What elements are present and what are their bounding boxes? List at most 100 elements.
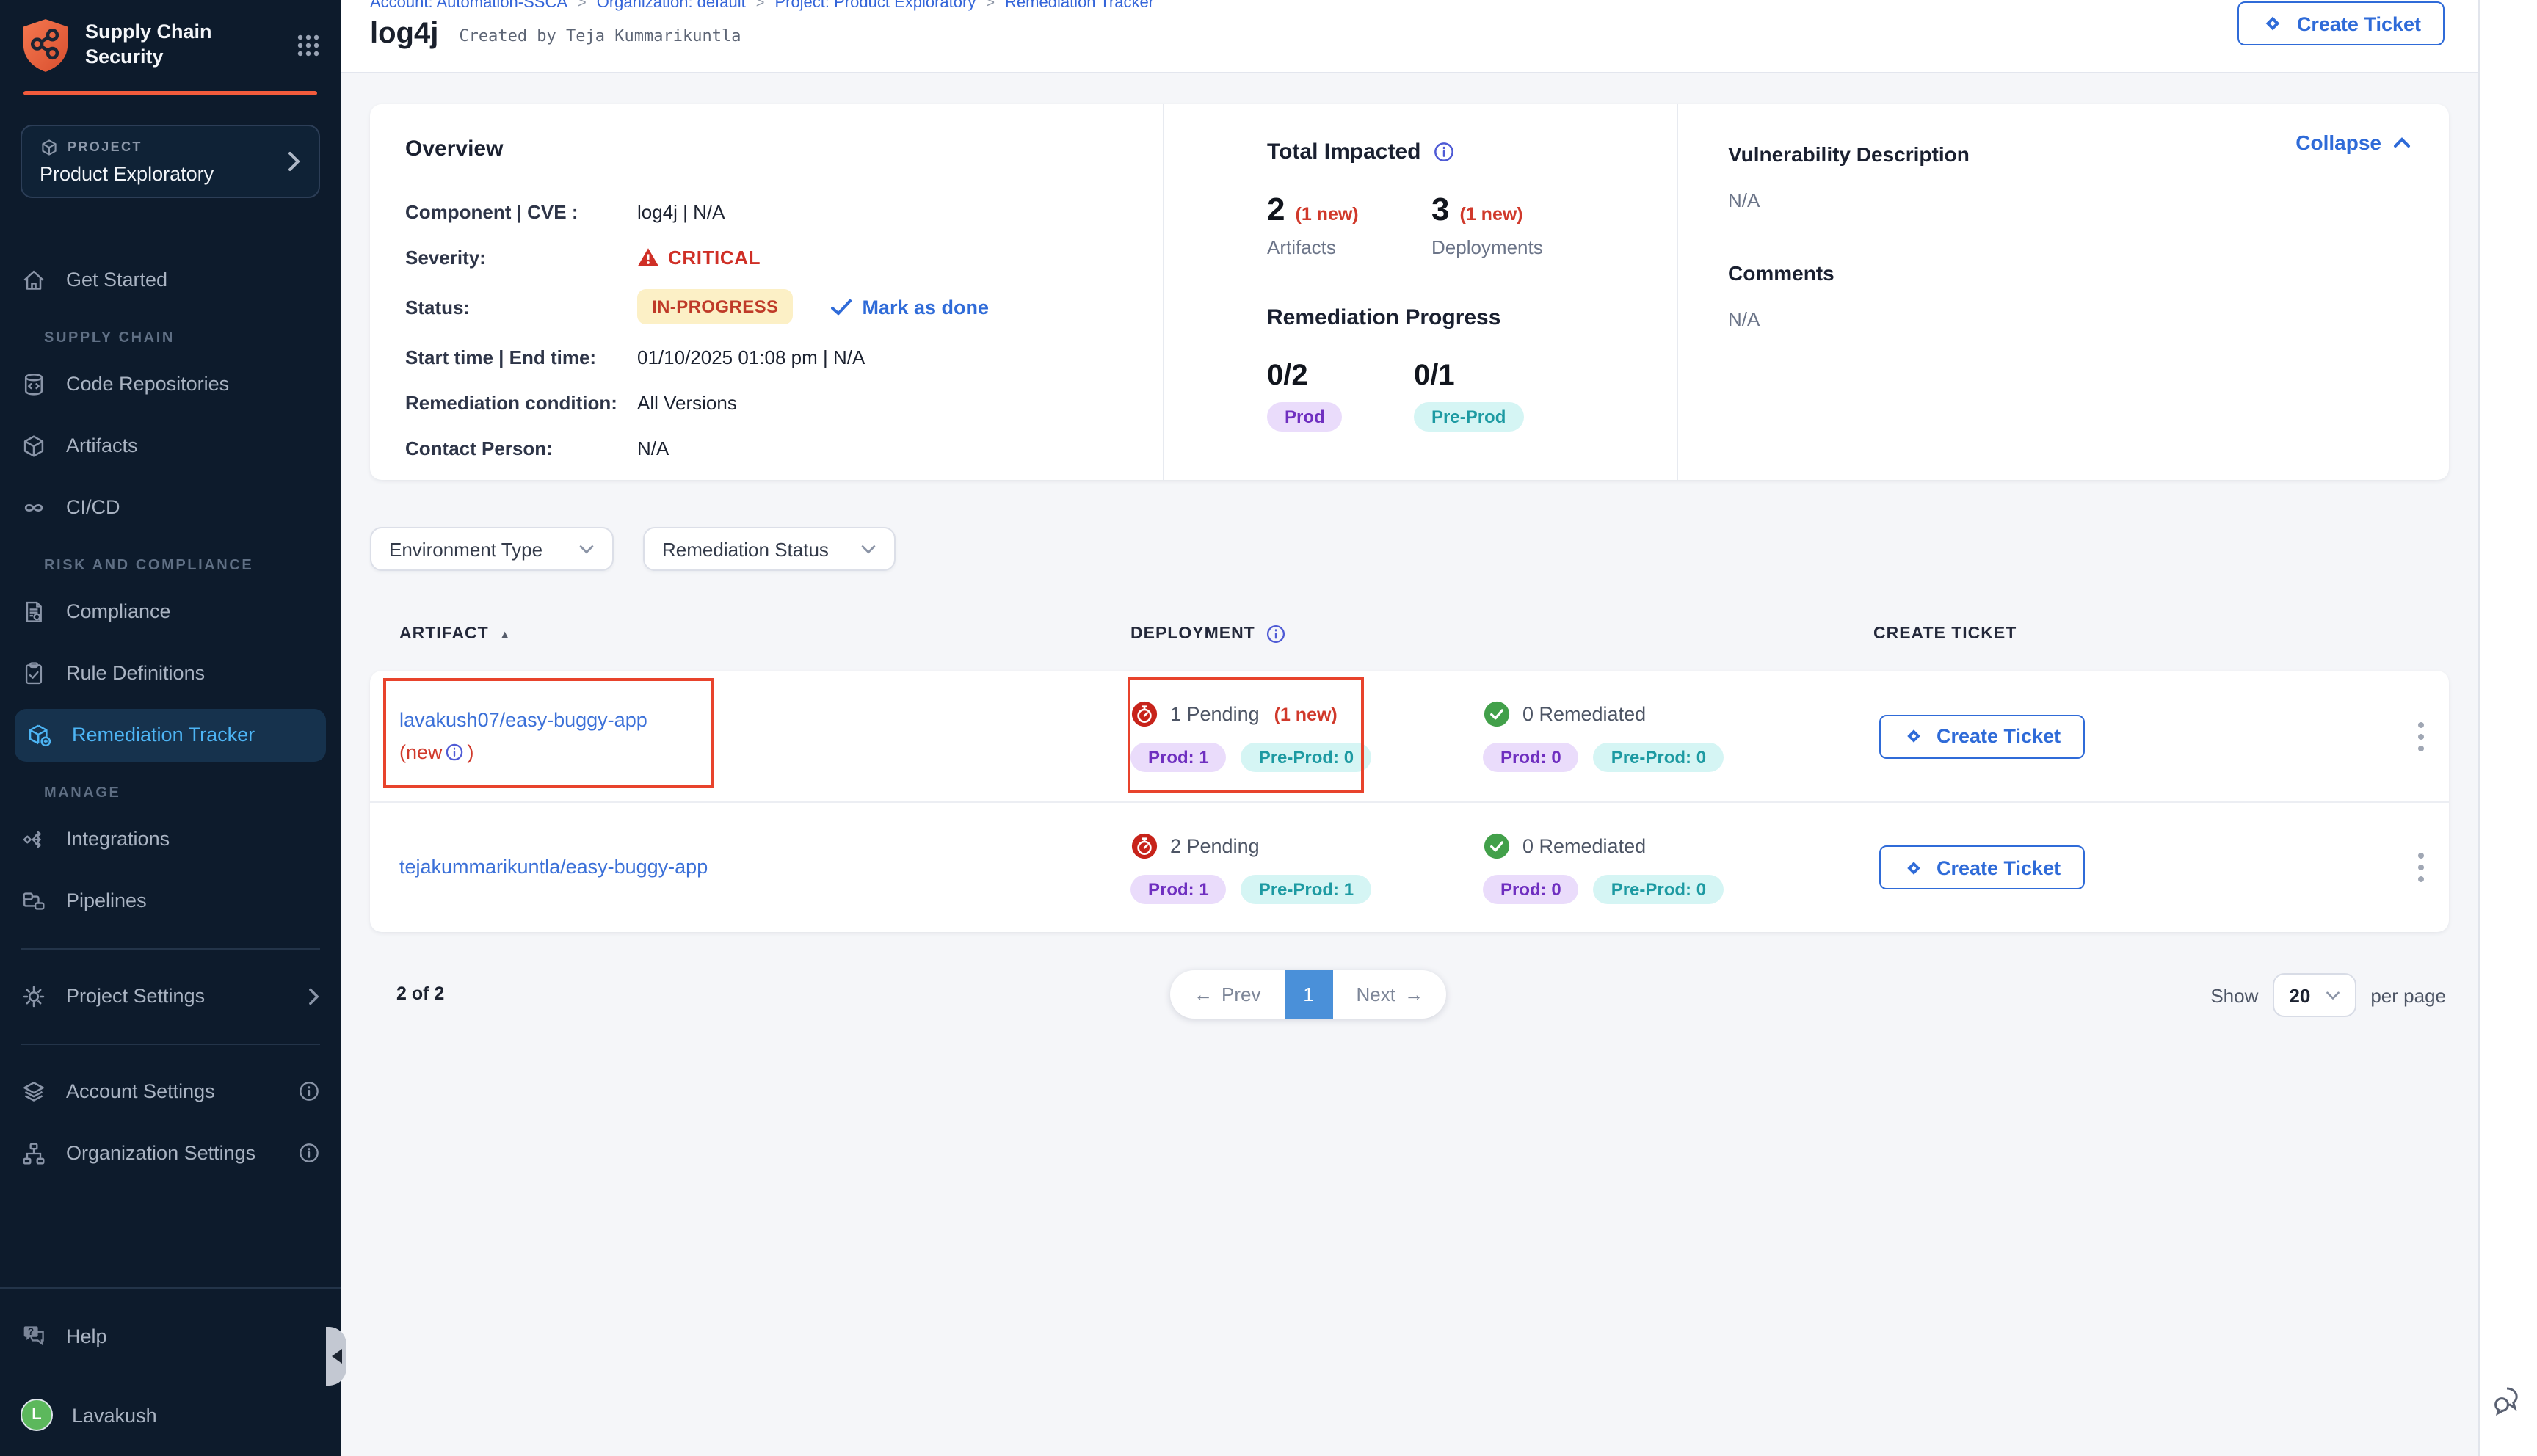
contact-person-label: Contact Person: <box>405 437 637 459</box>
info-icon[interactable] <box>298 1080 320 1102</box>
chevron-down-icon <box>2325 990 2340 1000</box>
component-cve-label: Component | CVE : <box>405 200 637 222</box>
breadcrumb-organization-link[interactable]: Organization: default <box>597 0 746 12</box>
page-number-button[interactable]: 1 <box>1284 970 1332 1019</box>
sidebar-item-code-repositories[interactable]: Code Repositories <box>0 357 341 410</box>
info-icon[interactable] <box>1433 141 1455 163</box>
status-badge: IN-PROGRESS <box>637 289 793 324</box>
severity-text: CRITICAL <box>668 246 761 268</box>
sidebar-item-artifacts[interactable]: Artifacts <box>0 419 341 472</box>
page-header: Account: Automation-SSCA>Organization: d… <box>341 0 2478 73</box>
collapse-label: Collapse <box>2295 131 2381 154</box>
impacted-artifacts-label: Artifacts <box>1267 236 1431 258</box>
mark-as-done-button[interactable]: Mark as done <box>831 296 989 318</box>
info-icon[interactable] <box>446 743 465 762</box>
breadcrumb-page-link[interactable]: Remediation Tracker <box>1005 0 1154 12</box>
new-note-text: ) <box>468 736 474 768</box>
overview-column: Overview Component | CVE : log4j | N/A S… <box>370 104 1163 480</box>
status-label: Status: <box>405 296 637 318</box>
ticket-cell: Create Ticket <box>1873 845 2393 889</box>
sidebar-item-label: Remediation Tracker <box>72 724 255 746</box>
sort-ascending-icon: ▲ <box>499 627 512 641</box>
sidebar-item-label: Rule Definitions <box>66 662 205 684</box>
sidebar-item-project-settings[interactable]: Project Settings <box>0 969 341 1022</box>
row-menu-kebab-icon[interactable] <box>2393 844 2449 891</box>
prod-count-badge: Prod: 0 <box>1483 874 1579 903</box>
ticket-diamond-icon <box>1903 725 1925 747</box>
sidebar-item-integrations[interactable]: Integrations <box>0 812 341 865</box>
create-ticket-button-row[interactable]: Create Ticket <box>1879 714 2084 758</box>
sidebar-item-label: Help <box>66 1325 107 1347</box>
sidebar-item-organization-settings[interactable]: Organization Settings <box>0 1126 341 1179</box>
module-accent-divider <box>23 91 317 95</box>
chevron-down-icon <box>578 544 595 554</box>
support-chat-icon[interactable] <box>2491 1383 2527 1418</box>
sidebar-item-pipelines[interactable]: Pipelines <box>0 874 341 927</box>
artifact-column-header[interactable]: ARTIFACT ▲ <box>370 624 1130 644</box>
sidebar-user-menu[interactable]: L Lavakush <box>0 1388 341 1441</box>
sidebar-item-get-started[interactable]: Get Started <box>0 253 341 306</box>
remediation-status-filter[interactable]: Remediation Status <box>643 527 896 571</box>
breadcrumb: Account: Automation-SSCA>Organization: d… <box>370 0 1154 12</box>
sidebar-collapse-handle[interactable] <box>326 1327 346 1386</box>
sidebar: Supply Chain Security PROJECT <box>0 0 341 1456</box>
per-page-label: per page <box>2370 984 2446 1006</box>
prev-page-button[interactable]: ← Prev <box>1170 970 1284 1019</box>
total-impacted-column: Total Impacted 2 (1 new) <box>1163 104 1677 480</box>
create-ticket-button-row[interactable]: Create Ticket <box>1879 845 2084 889</box>
create-ticket-button-header[interactable]: Create Ticket <box>2238 1 2445 46</box>
sidebar-item-label: Organization Settings <box>66 1142 255 1164</box>
sidebar-item-compliance[interactable]: Compliance <box>0 585 341 638</box>
sidebar-item-help[interactable]: ? Help <box>0 1309 341 1362</box>
collapse-button[interactable]: Collapse <box>2295 131 2411 154</box>
next-page-button[interactable]: Next → <box>1332 970 1446 1019</box>
code-repository-icon <box>21 371 47 397</box>
environment-type-filter[interactable]: Environment Type <box>370 527 614 571</box>
breadcrumb-account-link[interactable]: Account: Automation-SSCA <box>370 0 567 12</box>
artifact-new-note: (new ) <box>399 736 474 768</box>
artifacts-cube-icon <box>21 432 47 459</box>
remediated-cell: 0 Remediated Prod: 0 Pre-Prod: 0 <box>1483 700 1873 772</box>
remediated-check-icon <box>1483 700 1511 728</box>
sidebar-item-cicd[interactable]: CI/CD <box>0 481 341 534</box>
vulnerability-description-value: N/A <box>1728 189 2449 211</box>
sidebar-item-rule-definitions[interactable]: Rule Definitions <box>0 647 341 699</box>
create-ticket-label: Create Ticket <box>1937 725 2061 747</box>
sidebar-item-label: Project Settings <box>66 985 205 1007</box>
comments-value: N/A <box>1728 308 2449 330</box>
next-label: Next <box>1356 983 1395 1005</box>
project-box-icon <box>40 137 59 156</box>
component-cve-value: log4j | N/A <box>637 200 725 222</box>
prod-count-badge: Prod: 1 <box>1130 874 1227 903</box>
create-ticket-label: Create Ticket <box>1937 856 2061 878</box>
remediated-count: 0 Remediated <box>1522 834 1646 856</box>
sidebar-item-account-settings[interactable]: Account Settings <box>0 1065 341 1118</box>
project-selector[interactable]: PROJECT Product Exploratory <box>21 124 320 197</box>
artifact-cell: tejakummarikuntla/easy-buggy-app <box>370 851 1130 883</box>
svg-text:?: ? <box>28 1325 34 1336</box>
artifact-link[interactable]: lavakush07/easy-buggy-app <box>399 709 647 731</box>
sidebar-item-label: Code Repositories <box>66 373 229 395</box>
chevron-right-icon <box>288 150 301 171</box>
breadcrumb-project-link[interactable]: Project: Product Exploratory <box>774 0 976 12</box>
chevron-right-icon <box>308 987 320 1005</box>
artifact-link[interactable]: tejakummarikuntla/easy-buggy-app <box>399 856 708 878</box>
info-icon[interactable] <box>1266 624 1286 644</box>
app-grid-icon[interactable] <box>297 34 320 57</box>
overview-card: Overview Component | CVE : log4j | N/A S… <box>370 104 2449 480</box>
gear-icon <box>21 983 47 1009</box>
row-menu-kebab-icon[interactable] <box>2393 713 2449 760</box>
sidebar-item-remediation-tracker[interactable]: Remediation Tracker <box>15 708 326 761</box>
artifact-header-label: ARTIFACT <box>399 625 489 643</box>
prod-badge: Prod <box>1267 402 1343 432</box>
pagination-count: 2 of 2 <box>396 983 444 1004</box>
project-name: Product Exploratory <box>40 162 288 184</box>
compliance-document-icon <box>21 598 47 625</box>
pagination-row: 2 of 2 ← Prev 1 Next → Show 20 <box>370 970 2449 1020</box>
organization-settings-icon <box>21 1140 47 1166</box>
page-size-select[interactable]: 20 <box>2273 973 2356 1017</box>
filters-row: Environment Type Remediation Status <box>370 527 2449 571</box>
info-icon[interactable] <box>298 1142 320 1164</box>
pending-clock-icon <box>1130 831 1158 859</box>
arrow-right-icon: → <box>1404 983 1423 1005</box>
